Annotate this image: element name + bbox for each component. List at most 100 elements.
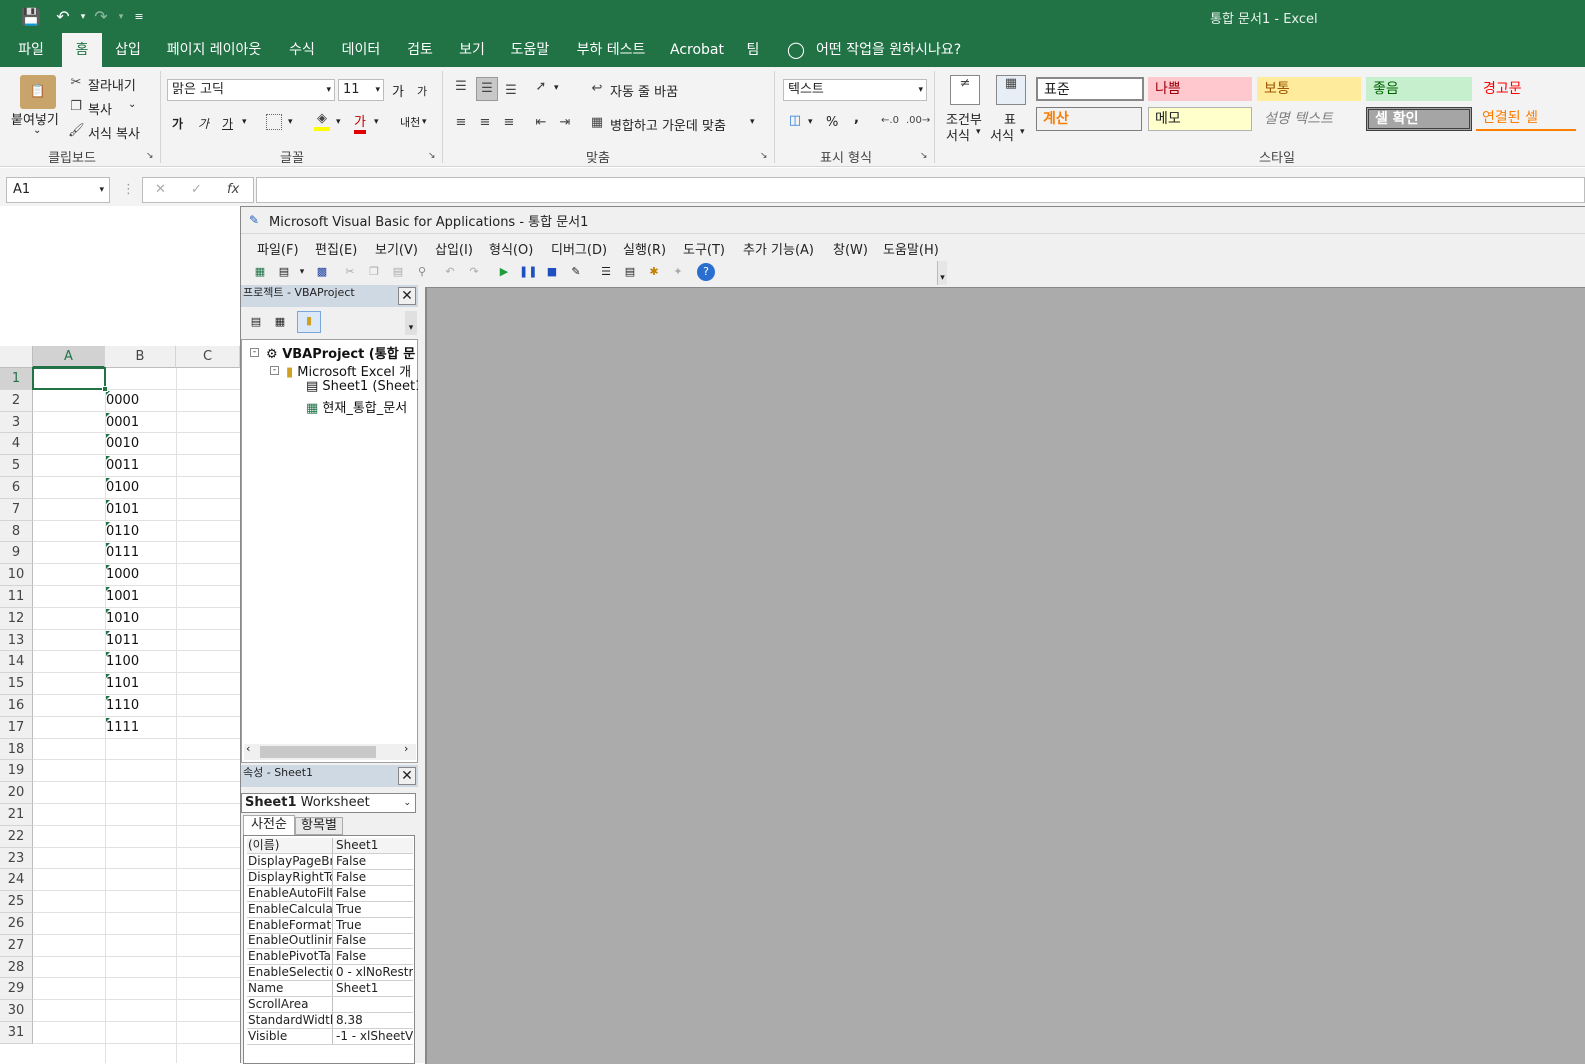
table-row[interactable] xyxy=(33,891,240,913)
phonetic-dropdown-icon[interactable]: ▾ xyxy=(422,117,427,127)
cell-value[interactable]: 1000 xyxy=(106,567,139,582)
align-center-icon[interactable]: ≡ xyxy=(476,115,494,130)
name-box[interactable]: A1 ▾ xyxy=(6,177,110,203)
cell-value[interactable]: 1110 xyxy=(106,698,139,713)
decrease-decimal-icon[interactable]: .00→ xyxy=(906,115,930,126)
cell-value[interactable]: 0111 xyxy=(106,545,139,560)
scroll-left-icon[interactable]: ‹ xyxy=(246,742,250,755)
view-code-icon[interactable]: ▤ xyxy=(247,313,265,331)
border-dropdown-icon[interactable]: ▾ xyxy=(288,117,293,127)
copy-dropdown-icon[interactable]: ⌄ xyxy=(128,99,136,110)
table-row[interactable] xyxy=(33,760,240,783)
style-bad[interactable]: 나쁨 xyxy=(1148,77,1252,101)
property-row[interactable]: EnableAutoFilterFalse xyxy=(247,885,413,902)
vba-menu-addins[interactable]: 추가 기능(A) xyxy=(743,239,814,258)
property-row[interactable]: Name Sheet1 xyxy=(247,981,413,998)
vba-menu-file[interactable]: 파일(F) xyxy=(257,239,299,258)
style-calculation[interactable]: 계산 xyxy=(1036,107,1142,131)
wrap-text-button[interactable]: 자동 줄 바꿈 xyxy=(610,81,678,100)
object-browser-icon[interactable]: ✱ xyxy=(645,263,663,281)
table-row[interactable] xyxy=(33,848,240,870)
row-header[interactable]: 30 xyxy=(0,1000,33,1022)
table-row[interactable] xyxy=(33,1022,240,1044)
property-row[interactable]: DisplayRightToLeftFalse xyxy=(247,869,413,886)
copy-button[interactable]: 복사 xyxy=(88,99,112,118)
property-value[interactable]: False xyxy=(334,949,413,964)
row-header[interactable]: 5 xyxy=(0,455,33,477)
row-header[interactable]: 29 xyxy=(0,978,33,1001)
increase-decimal-icon[interactable]: ←.0 xyxy=(880,115,900,126)
style-good[interactable]: 좋음 xyxy=(1366,77,1472,101)
shrink-font-button[interactable]: 가 xyxy=(417,83,427,99)
cell-value[interactable]: 1101 xyxy=(106,676,139,691)
italic-button[interactable]: 가 xyxy=(198,115,209,132)
row-header[interactable]: 11 xyxy=(0,586,33,608)
vba-menu-help[interactable]: 도움말(H) xyxy=(883,239,939,258)
border-icon[interactable] xyxy=(266,114,282,130)
table-row[interactable] xyxy=(33,782,240,804)
number-launcher-icon[interactable]: ↘ xyxy=(920,151,928,161)
tab-team[interactable]: 팀 xyxy=(740,33,766,67)
paste-icon[interactable]: 📋 xyxy=(20,75,56,109)
align-middle-icon[interactable]: ☰ xyxy=(476,77,498,101)
cell-value[interactable]: 1011 xyxy=(106,633,139,648)
fill-dropdown-icon[interactable]: ▾ xyxy=(336,117,341,127)
increase-indent-icon[interactable]: ⇥ xyxy=(556,115,574,130)
property-row[interactable]: StandardWidth 8.38 xyxy=(247,1012,413,1029)
save-icon[interactable]: ▩ xyxy=(313,263,331,281)
property-row[interactable]: EnableOutliningFalse xyxy=(247,933,413,950)
close-icon[interactable]: ✕ xyxy=(398,767,416,785)
cancel-icon[interactable]: ✕ xyxy=(155,180,166,200)
table-format-icon[interactable]: ▦ xyxy=(996,75,1026,105)
style-check-cell[interactable]: 셀 확인 xyxy=(1366,107,1472,131)
tab-alphabetic[interactable]: 사전순 xyxy=(243,815,295,835)
row-header[interactable]: 28 xyxy=(0,956,33,979)
align-left-icon[interactable]: ≡ xyxy=(452,115,470,130)
tab-file[interactable]: 파일 xyxy=(6,33,56,67)
merge-dropdown-icon[interactable]: ▾ xyxy=(750,117,755,127)
row-header[interactable]: 25 xyxy=(0,891,33,913)
property-value[interactable]: False xyxy=(334,933,413,948)
align-right-icon[interactable]: ≡ xyxy=(500,115,518,130)
row-header[interactable]: 17 xyxy=(0,716,33,739)
table-row[interactable] xyxy=(33,804,240,826)
row-header[interactable]: 18 xyxy=(0,738,33,761)
table-format-label-2[interactable]: 서식 xyxy=(990,125,1014,144)
cut-button[interactable]: 잘라내기 xyxy=(88,75,136,94)
tree-thisworkbook[interactable]: ▦ 현재_통합_문서 xyxy=(306,397,418,416)
redo-icon[interactable]: ↷ xyxy=(465,263,483,281)
cell-value[interactable]: 1001 xyxy=(106,589,139,604)
format-painter-button[interactable]: 서식 복사 xyxy=(88,123,140,142)
row-header[interactable]: 9 xyxy=(0,542,33,565)
table-row[interactable] xyxy=(33,826,240,848)
tab-home[interactable]: 홈 xyxy=(62,33,102,67)
property-value[interactable]: 0 - xlNoRestrictions xyxy=(334,965,413,980)
table-row[interactable] xyxy=(33,913,240,935)
tab-load-test[interactable]: 부하 테스트 xyxy=(568,33,654,67)
style-normal[interactable]: 표준 xyxy=(1036,77,1144,101)
row-header[interactable]: 26 xyxy=(0,913,33,935)
property-row[interactable]: DisplayPageBreaksFalse xyxy=(247,853,413,870)
collapse-icon[interactable]: - xyxy=(250,348,259,357)
tab-help[interactable]: 도움말 xyxy=(504,33,556,67)
style-warning[interactable]: 경고문 xyxy=(1476,77,1576,101)
property-value[interactable]: True xyxy=(334,902,413,917)
row-header[interactable]: 21 xyxy=(0,804,33,826)
row-header[interactable]: 2 xyxy=(0,389,33,412)
phonetic-button[interactable]: 내천 xyxy=(400,114,420,130)
find-icon[interactable]: ⚲ xyxy=(413,263,431,281)
tab-data[interactable]: 데이터 xyxy=(334,33,388,67)
property-value[interactable]: Sheet1 xyxy=(334,838,413,853)
cell-value[interactable]: 1111 xyxy=(106,720,139,735)
view-excel-icon[interactable]: ▦ xyxy=(251,263,269,281)
style-note[interactable]: 메모 xyxy=(1148,107,1252,131)
format-painter-icon[interactable]: 🖌 xyxy=(68,123,85,138)
currency-dropdown-icon[interactable]: ▾ xyxy=(808,117,813,127)
row-header[interactable]: 13 xyxy=(0,629,33,652)
scissors-icon[interactable]: ✂ xyxy=(68,75,84,90)
row-header[interactable]: 1 xyxy=(0,368,33,390)
break-icon[interactable]: ❚❚ xyxy=(519,263,537,281)
tab-insert[interactable]: 삽입 xyxy=(106,33,150,67)
toggle-folders-icon[interactable]: ▮ xyxy=(297,311,321,333)
property-value[interactable]: False xyxy=(334,870,413,885)
